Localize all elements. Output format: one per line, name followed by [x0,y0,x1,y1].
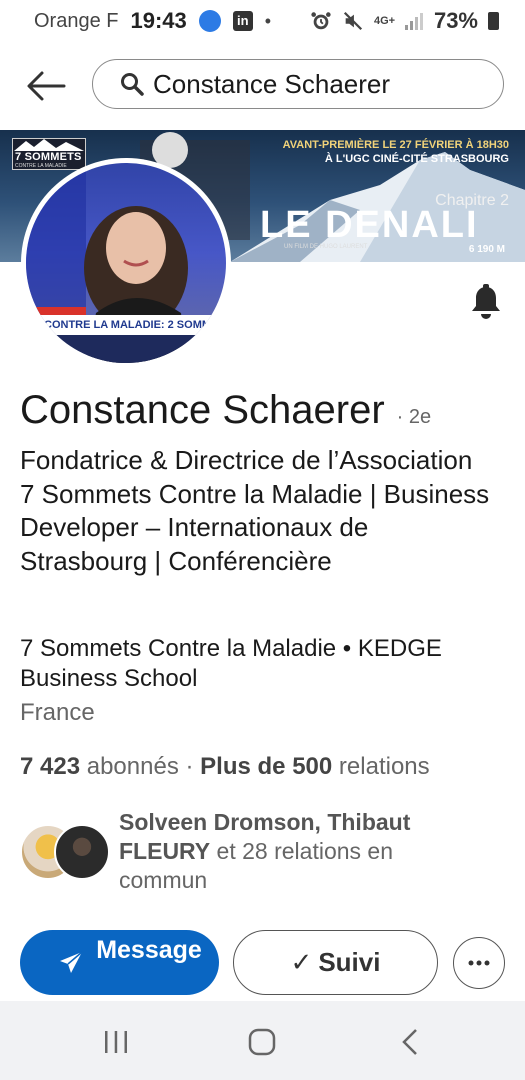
back-icon[interactable] [400,1028,420,1056]
banner-title: LE DENALI [260,204,479,246]
message-button-label: Message [96,936,202,964]
profile-headline: Fondatrice & Directrice de l’Association… [20,445,490,576]
mutual-connections[interactable]: Solveen Dromson, Thibaut FLEURY et 28 re… [20,808,500,898]
banner-altitude: 6 190 M [468,244,505,255]
home-icon[interactable] [248,1028,276,1056]
relations-label: relations [338,753,430,780]
more-notifications-icon: • [264,10,272,31]
message-button[interactable]: Message [20,930,219,995]
action-bar: Message ✓ Suivi [0,928,525,998]
profile-company[interactable]: 7 Sommets Contre la Maladie • KEDGE Busi… [20,634,490,694]
alarm-icon [311,12,331,30]
mutual-avatar-2 [54,824,110,880]
profile-location: France [20,699,95,726]
search-input[interactable]: Constance Schaerer [92,59,504,109]
profile-name: Constance Schaerer [20,388,385,432]
send-icon [60,951,83,973]
ticker-accent [26,307,86,315]
weather-band [26,335,226,363]
followers-label: abonnés [86,753,179,780]
search-query: Constance Schaerer [153,68,391,99]
recent-apps-icon[interactable] [103,1029,129,1055]
mutual-text: Solveen Dromson, Thibaut FLEURY et 28 re… [119,808,439,895]
checkmark-icon: ✓ [290,947,313,977]
app-notification-icon [198,10,221,32]
ticker-text: CONTRE LA MALADIE: 2 SOMM [44,319,212,331]
linkedin-notification-icon: in [232,11,253,31]
more-options-button[interactable] [453,937,505,989]
battery-percent: 73% [433,8,478,33]
ellipsis-icon [468,960,490,966]
battery-icon [488,12,499,30]
clock: 19:43 [130,8,187,33]
premiere-line1: AVANT-PREMIÈRE LE 27 FÉVRIER À 18H30 [282,139,509,151]
avatar-frame[interactable]: CONTRE LA MALADIE: 2 SOMM [21,158,231,368]
stats-separator: · [185,753,194,780]
network-type-label: 4G+ [373,14,396,27]
status-right: 4G+ 73% [310,8,499,34]
premiere-notice: AVANT-PREMIÈRE LE 27 FÉVRIER À 18H30 À L… [283,138,509,166]
back-arrow-icon[interactable] [24,66,68,106]
name-row: Constance Schaerer · 2e [20,388,431,433]
signal-icon [404,13,423,30]
status-bar: Orange F 19:43 in • 4G+ 73% [0,0,525,42]
status-left: Orange F 19:43 in • [34,8,271,34]
follow-button-label: Suivi [318,947,381,977]
logo-peaks-icon [14,139,84,151]
relations-count: Plus de 500 [200,753,333,780]
carrier-label: Orange F [34,9,119,32]
followers-count: 7 423 [20,753,81,780]
premiere-line2: À L'UGC CINÉ-CITÉ STRASBOURG [324,153,509,165]
mute-icon [343,11,363,31]
top-bar: Constance Schaerer [0,56,525,116]
banner-logo-title: 7 SOMMETS [15,151,82,163]
bell-icon[interactable] [466,282,506,322]
profile-stats[interactable]: 7 423 abonnés · Plus de 500 relations [20,753,430,781]
system-nav-bar [0,1001,525,1080]
avatar: CONTRE LA MALADIE: 2 SOMM [26,163,226,363]
search-icon [121,73,144,96]
banner-subtitle: UN FILM DE HUGO LAURENT [284,244,368,250]
follow-button[interactable]: ✓ Suivi [233,930,438,995]
connection-degree: · 2e [396,406,432,428]
